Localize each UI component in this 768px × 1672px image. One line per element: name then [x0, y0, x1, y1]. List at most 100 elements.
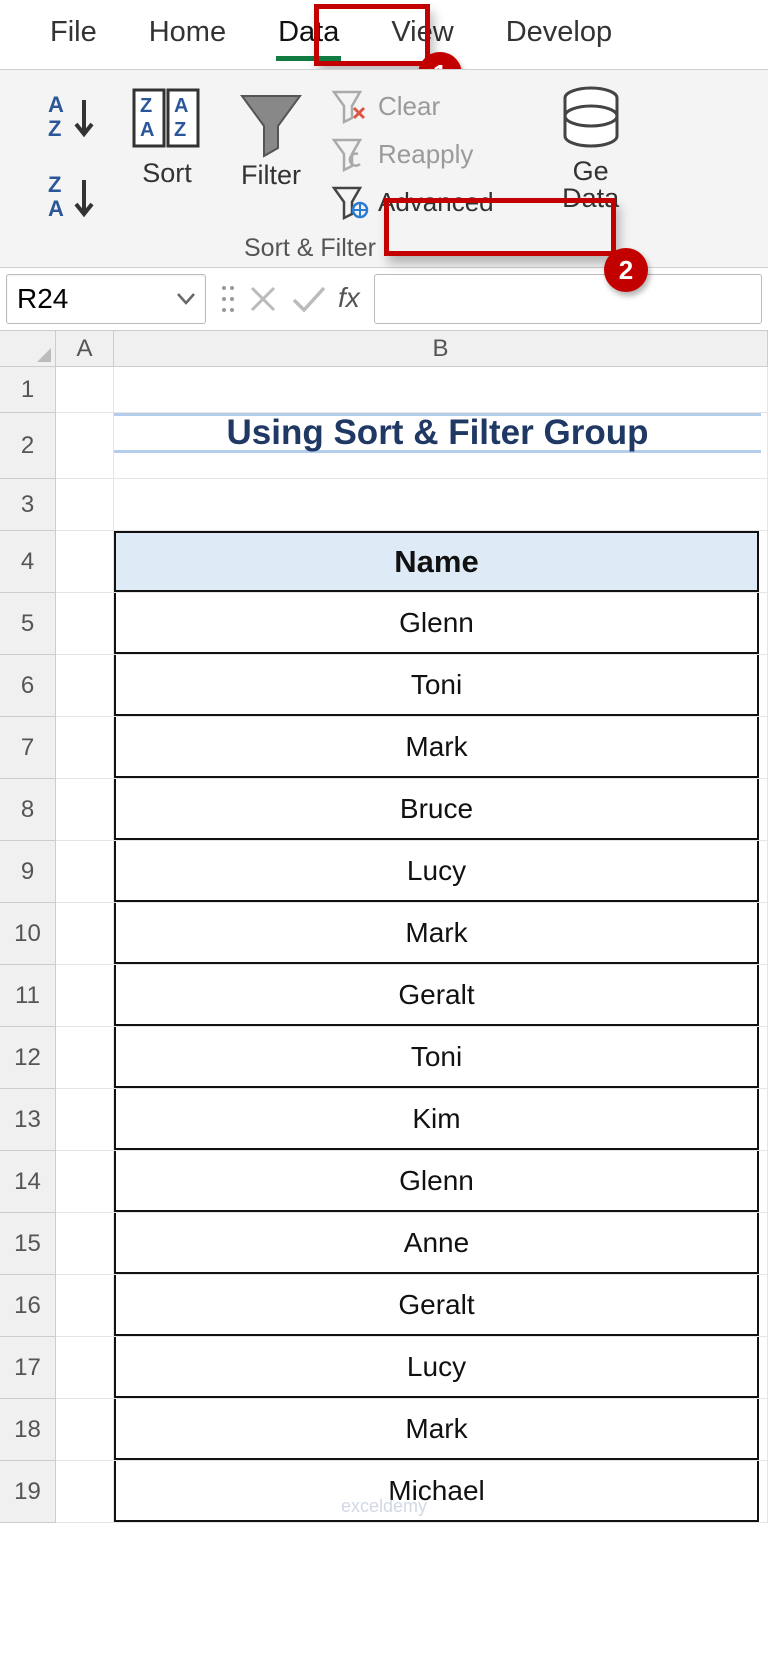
cell[interactable]: Name: [114, 531, 768, 593]
cell[interactable]: [114, 367, 768, 413]
get-data-label-2: Data: [562, 183, 619, 214]
cell[interactable]: [56, 1089, 114, 1151]
cell[interactable]: Toni: [114, 1027, 768, 1089]
advanced-label: Advanced: [378, 187, 494, 218]
row-header[interactable]: 14: [0, 1151, 56, 1213]
cell[interactable]: Mark: [114, 1399, 768, 1461]
cell[interactable]: Kim: [114, 1089, 768, 1151]
cell[interactable]: [56, 717, 114, 779]
cell[interactable]: Bruce: [114, 779, 768, 841]
row-header[interactable]: 9: [0, 841, 56, 903]
cell[interactable]: Michael: [114, 1461, 768, 1523]
callout-badge-2: 2: [604, 248, 648, 292]
tab-home[interactable]: Home: [147, 12, 228, 59]
row-header[interactable]: 13: [0, 1089, 56, 1151]
cell[interactable]: Glenn: [114, 1151, 768, 1213]
cell[interactable]: [56, 1213, 114, 1275]
cell[interactable]: [56, 593, 114, 655]
sort-asc-icon: A Z: [46, 90, 104, 144]
row-header[interactable]: 6: [0, 655, 56, 717]
cell[interactable]: Geralt: [114, 965, 768, 1027]
cell[interactable]: [56, 903, 114, 965]
table-cell: Michael: [114, 1461, 759, 1522]
row-header[interactable]: 1: [0, 367, 56, 413]
cell[interactable]: [114, 479, 768, 531]
cell[interactable]: [56, 1337, 114, 1399]
cell[interactable]: [56, 531, 114, 593]
get-data-button[interactable]: Ge Data: [542, 80, 640, 216]
row-header[interactable]: 4: [0, 531, 56, 593]
name-box[interactable]: R24: [6, 274, 206, 324]
cell[interactable]: Using Sort & Filter Group: [114, 413, 768, 479]
funnel-icon: [234, 86, 308, 158]
row-header[interactable]: 16: [0, 1275, 56, 1337]
sort-descending-button[interactable]: Z A: [42, 166, 108, 228]
cell[interactable]: [56, 779, 114, 841]
cell[interactable]: [56, 1027, 114, 1089]
row-header[interactable]: 18: [0, 1399, 56, 1461]
table-cell: Lucy: [114, 1337, 759, 1398]
row-header[interactable]: 17: [0, 1337, 56, 1399]
row-header[interactable]: 10: [0, 903, 56, 965]
table-cell: Kim: [114, 1089, 759, 1150]
row-header[interactable]: 7: [0, 717, 56, 779]
cell[interactable]: [56, 413, 114, 479]
formula-input[interactable]: [374, 274, 762, 324]
cell[interactable]: Lucy: [114, 841, 768, 903]
cell[interactable]: Mark: [114, 717, 768, 779]
cell[interactable]: [56, 1399, 114, 1461]
reapply-filter-button[interactable]: Reapply: [322, 132, 502, 176]
tab-file[interactable]: File: [48, 12, 99, 59]
row-header[interactable]: 15: [0, 1213, 56, 1275]
filter-options: Clear Reapply Advanced: [322, 80, 502, 224]
row-header[interactable]: 5: [0, 593, 56, 655]
cell[interactable]: [56, 841, 114, 903]
table-cell: Mark: [114, 903, 759, 964]
col-header-b[interactable]: B: [114, 331, 768, 367]
tab-data[interactable]: Data: [276, 12, 341, 59]
table-cell: Bruce: [114, 779, 759, 840]
ribbon-body: A Z Z A Z: [0, 69, 768, 268]
cell[interactable]: Mark: [114, 903, 768, 965]
cell[interactable]: [56, 1275, 114, 1337]
cell[interactable]: Toni: [114, 655, 768, 717]
clear-filter-button[interactable]: Clear: [322, 84, 502, 128]
reapply-label: Reapply: [378, 139, 473, 170]
cell[interactable]: [56, 367, 114, 413]
cell[interactable]: Glenn: [114, 593, 768, 655]
select-all-corner[interactable]: [0, 331, 56, 367]
cell[interactable]: [56, 1461, 114, 1523]
cell[interactable]: [56, 655, 114, 717]
sort-ascending-button[interactable]: A Z: [42, 86, 108, 148]
row-header[interactable]: 3: [0, 479, 56, 531]
funnel-reapply-icon: [330, 136, 370, 172]
worksheet-grid: A B 1 2 Using Sort & Filter Group 3 4 Na…: [0, 331, 768, 1523]
cell[interactable]: Anne: [114, 1213, 768, 1275]
cell[interactable]: Geralt: [114, 1275, 768, 1337]
accept-check-icon[interactable]: [290, 282, 328, 316]
funnel-clear-icon: [330, 88, 370, 124]
cell[interactable]: [56, 479, 114, 531]
svg-text:Z: Z: [140, 95, 152, 117]
cell[interactable]: Lucy: [114, 1337, 768, 1399]
cell[interactable]: [56, 1151, 114, 1213]
cancel-x-icon[interactable]: [246, 282, 280, 316]
tab-developer[interactable]: Develop: [504, 12, 614, 59]
cell[interactable]: [56, 965, 114, 1027]
row-header[interactable]: 2: [0, 413, 56, 479]
row-header[interactable]: 8: [0, 779, 56, 841]
table-cell: Toni: [114, 1027, 759, 1088]
row-header[interactable]: 11: [0, 965, 56, 1027]
row-header[interactable]: 19: [0, 1461, 56, 1523]
table-cell: Mark: [114, 1399, 759, 1460]
filter-button[interactable]: Filter: [220, 80, 322, 193]
table-cell: Geralt: [114, 965, 759, 1026]
advanced-filter-button[interactable]: Advanced: [322, 180, 502, 224]
row-header[interactable]: 12: [0, 1027, 56, 1089]
filter-label: Filter: [241, 160, 301, 191]
table-cell: Mark: [114, 717, 759, 778]
sort-button[interactable]: Z A A Z Sort: [114, 80, 220, 191]
fx-label[interactable]: fx: [338, 282, 360, 316]
col-header-a[interactable]: A: [56, 331, 114, 367]
ribbon-tabs: File Home Data View Develop: [0, 0, 768, 69]
